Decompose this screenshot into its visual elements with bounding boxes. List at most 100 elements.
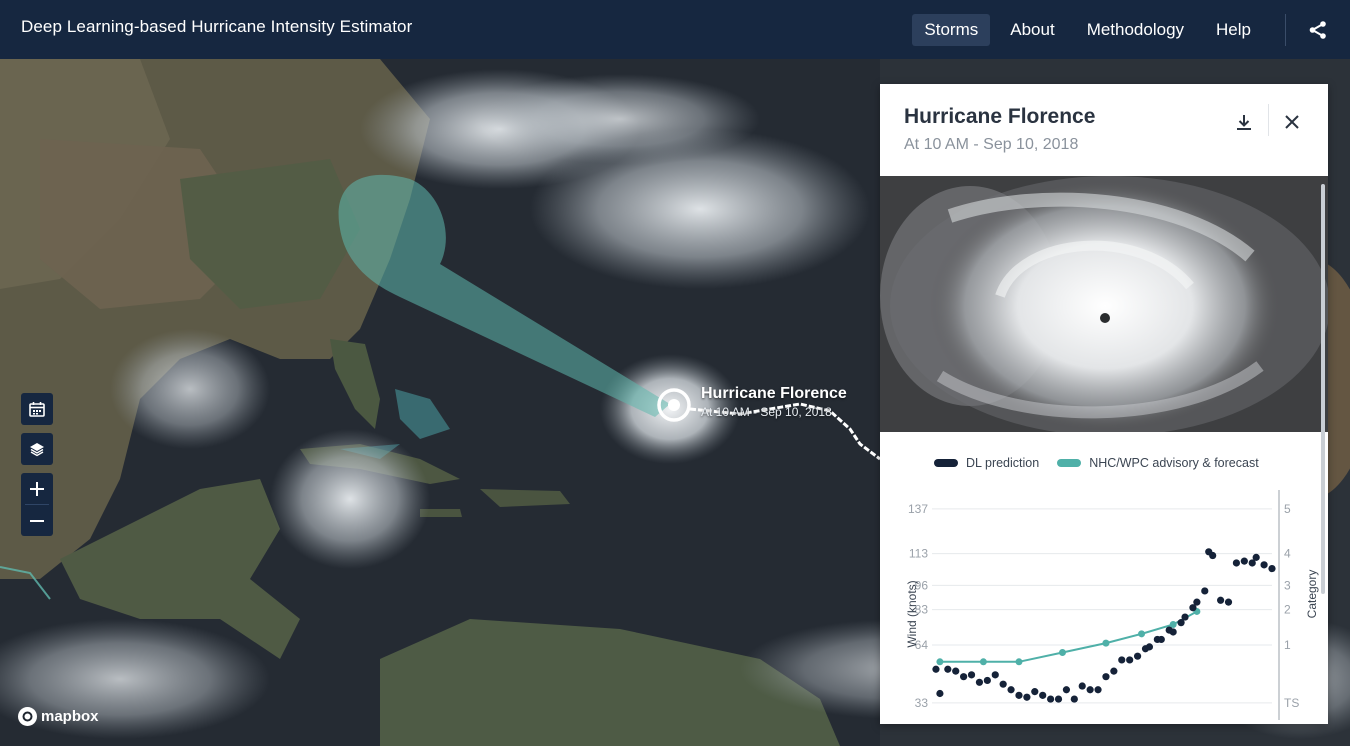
mapbox-logo-icon [18, 707, 37, 726]
dl-data-point [936, 689, 944, 698]
storm-label-time: At 10 AM - Sep 10, 2018 [701, 405, 832, 419]
dl-data-point [967, 671, 976, 679]
dl-data-point [1169, 628, 1177, 636]
satellite-storm-image [880, 176, 1328, 432]
dl-data-point [1070, 695, 1078, 703]
dl-data-point [1023, 693, 1031, 701]
dl-data-point [1252, 553, 1260, 561]
dl-data-point [999, 680, 1007, 688]
dl-data-point [1094, 686, 1102, 694]
legend-label-dl: DL prediction [966, 456, 1040, 470]
category-tick-label: 5 [1284, 502, 1291, 516]
dl-data-point [1145, 643, 1154, 651]
nhc-data-point [979, 658, 987, 666]
dl-data-point [1102, 673, 1110, 681]
dl-data-point [1193, 598, 1201, 606]
top-navbar: Deep Learning-based Hurricane Intensity … [0, 0, 1350, 59]
dl-data-point [1078, 682, 1086, 690]
download-icon [1237, 115, 1251, 130]
dl-data-point [1039, 691, 1047, 699]
dl-data-point [1086, 686, 1094, 694]
dl-data-point [1007, 686, 1015, 694]
chart-legend: DL prediction NHC/WPC advisory & forecas… [934, 456, 1277, 470]
dl-data-point [1268, 564, 1276, 573]
panel-subtitle: At 10 AM - Sep 10, 2018 [904, 136, 1079, 153]
y-tick-label: 33 [915, 696, 929, 710]
dl-data-point [991, 671, 999, 679]
dl-data-point [1181, 613, 1189, 621]
legend-item-dl[interactable]: DL prediction [934, 456, 1039, 470]
calendar-icon [29, 402, 45, 417]
calendar-button[interactable] [21, 393, 53, 425]
layers-button[interactable] [21, 433, 53, 465]
dl-data-point [1224, 598, 1233, 606]
category-tick-label: 4 [1284, 547, 1291, 561]
dl-data-point [944, 665, 952, 673]
nhc-data-point [1138, 630, 1146, 638]
storm-map-label[interactable]: Hurricane Florence At 10 AM - Sep 10, 20… [701, 385, 847, 419]
dl-data-point [932, 665, 940, 673]
legend-item-nhc[interactable]: NHC/WPC advisory & forecast [1057, 456, 1259, 470]
mapbox-logo-text: mapbox [41, 708, 99, 725]
nhc-data-point [936, 658, 944, 666]
dl-data-point [960, 673, 968, 681]
download-button[interactable] [1228, 106, 1260, 138]
storm-marker-center [668, 399, 680, 411]
category-tick-label: TS [1284, 696, 1299, 710]
zoom-in-button[interactable] [21, 473, 53, 504]
dl-data-point [1110, 667, 1118, 675]
nav-divider [1285, 13, 1286, 46]
share-icon [1309, 20, 1326, 39]
y-axis-label: Wind (knots) [905, 580, 919, 647]
main-nav: Storms About Methodology Help [912, 0, 1350, 59]
panel-title: Hurricane Florence [904, 105, 1096, 128]
dl-data-point [1031, 688, 1039, 696]
panel-scrollbar[interactable] [1321, 184, 1325, 594]
dl-data-point [1015, 691, 1023, 699]
category-tick-label: 3 [1284, 578, 1291, 592]
chart-plot-area: 33648396113137TS12345Wind (knots) Categor… [905, 490, 1319, 720]
dl-data-point [1217, 596, 1225, 604]
close-icon [1285, 115, 1299, 129]
layers-icon [30, 443, 44, 457]
mapbox-attribution[interactable]: mapbox [18, 707, 99, 726]
legend-swatch-nhc [1057, 459, 1082, 467]
intensity-chart: DL prediction NHC/WPC advisory & forecas… [880, 432, 1328, 724]
nhc-data-point [1058, 648, 1066, 656]
nhc-data-point [1102, 639, 1110, 647]
nav-help[interactable]: Help [1204, 14, 1263, 46]
map-controls [21, 393, 53, 536]
dl-data-point [1133, 652, 1142, 660]
dl-data-point [1126, 656, 1134, 664]
nav-methodology[interactable]: Methodology [1075, 14, 1196, 46]
dl-data-point [1209, 551, 1217, 560]
app-title: Deep Learning-based Hurricane Intensity … [21, 17, 413, 36]
dl-data-point [1054, 695, 1063, 703]
dl-data-point [1232, 559, 1241, 567]
dl-data-point [983, 676, 991, 685]
minus-icon [30, 519, 44, 522]
category-tick-label: 1 [1284, 638, 1291, 652]
legend-swatch-dl [934, 459, 958, 467]
zoom-controls [21, 473, 53, 536]
dl-data-point [1157, 635, 1165, 644]
plus-icon [30, 481, 44, 496]
dl-data-point [1047, 695, 1055, 703]
nav-storms[interactable]: Storms [912, 13, 991, 46]
category-tick-label: 2 [1284, 603, 1291, 617]
close-button[interactable] [1276, 106, 1308, 138]
storm-detail-panel: Hurricane Florence At 10 AM - Sep 10, 20… [880, 84, 1328, 724]
zoom-out-button[interactable] [21, 505, 53, 536]
y-tick-label: 137 [908, 502, 928, 516]
dl-data-point [952, 667, 960, 675]
nav-about[interactable]: About [998, 14, 1066, 46]
y2-axis-label: Category [1305, 570, 1319, 619]
storm-label-name: Hurricane Florence [701, 385, 847, 402]
y-tick-label: 113 [909, 547, 928, 561]
dl-data-point [1260, 561, 1268, 569]
dl-data-point [975, 678, 984, 686]
share-button[interactable] [1298, 10, 1338, 50]
dl-data-point [1062, 686, 1071, 694]
legend-label-nhc: NHC/WPC advisory & forecast [1089, 456, 1259, 470]
nhc-data-point [1015, 658, 1023, 666]
